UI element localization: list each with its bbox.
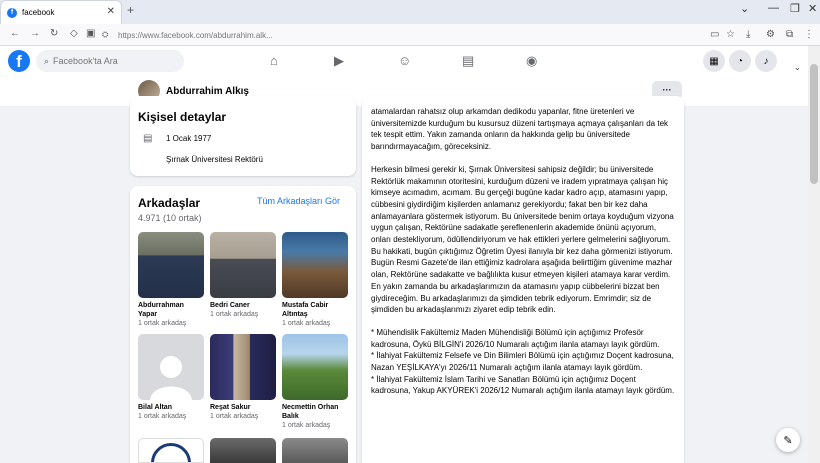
new-tab-button[interactable]: + [127, 3, 134, 17]
see-all-friends-link[interactable]: Tüm Arkadaşları Gör [257, 196, 340, 206]
site-info-icon: ⛭ [102, 30, 109, 39]
facebook-favicon-icon: f [7, 7, 17, 18]
university-seal-icon [151, 443, 191, 462]
url-text: https://www.facebook.com/abdurrahim.alk.… [118, 30, 273, 40]
friend-photo[interactable] [282, 232, 348, 298]
shield-icon[interactable]: ◇ [70, 28, 78, 39]
friend-mutual: 1 ortak arkadaş [138, 413, 187, 420]
section-title: Kişisel detaylar [138, 110, 227, 124]
video-icon[interactable]: ▶ [334, 53, 344, 69]
workplace: Şırnak Üniversitesi Rektörü [166, 155, 263, 164]
marketplace-icon[interactable]: ▤ [462, 53, 474, 69]
personal-details-card: Kişisel detaylar ▤ 1 Ocak 1977 Şırnak Ün… [130, 96, 356, 176]
browser-tab-bar: f facebook ✕ + ⌄ — ❐ ✕ [0, 0, 820, 24]
friend-photo[interactable] [210, 438, 276, 463]
page-action-icon[interactable]: ▭ [710, 29, 719, 40]
menu-grid-icon[interactable]: ▦ [703, 50, 725, 72]
friend-name[interactable]: Bedri Caner [210, 301, 276, 310]
friend-photo[interactable] [138, 334, 204, 400]
chevron-down-icon[interactable]: ⌄ [740, 2, 749, 15]
browser-tab[interactable]: f facebook ✕ [0, 0, 122, 24]
friend-name[interactable]: Reşat Sakur [210, 403, 276, 412]
birth-date: 1 Ocak 1977 [166, 134, 212, 143]
app-menu-icon[interactable]: ⋮ [804, 29, 814, 40]
friend-item[interactable]: Bilal Altan 1 ortak arkadaş [138, 334, 204, 422]
friend-item[interactable]: Bedri Caner 1 ortak arkadaş [210, 232, 276, 320]
reload-icon[interactable]: ↻ [50, 28, 58, 39]
close-tab-icon[interactable]: ✕ [107, 6, 115, 17]
friend-item[interactable]: Abdurrahman Yapar 1 ortak arkadaş [138, 232, 204, 329]
scrollbar-thumb[interactable] [810, 64, 818, 184]
forward-icon[interactable]: → [30, 28, 40, 39]
gaming-icon[interactable]: ◉ [526, 53, 537, 69]
maximize-icon[interactable]: ❐ [790, 2, 800, 15]
account-chevron-icon[interactable]: ⌄ [794, 63, 801, 72]
messenger-icon[interactable]: ◔ [729, 50, 751, 72]
friend-item[interactable]: Necmettin Orhan Balık 1 ortak arkadaş [282, 334, 348, 431]
minimize-icon[interactable]: — [768, 2, 779, 14]
friend-name[interactable]: Bilal Altan [138, 403, 204, 412]
post-text: atamalardan rahatsız olup arkamdan dedik… [371, 106, 677, 408]
post-card: atamalardan rahatsız olup arkamdan dedik… [362, 96, 684, 463]
friends-card: Arkadaşlar Tüm Arkadaşları Gör 4.971 (10… [130, 186, 356, 463]
friend-mutual: 1 ortak arkadaş [282, 422, 331, 429]
friend-name[interactable]: Abdurrahman Yapar [138, 301, 204, 319]
friend-photo[interactable] [138, 438, 204, 463]
close-window-icon[interactable]: ✕ [808, 2, 817, 15]
address-bar: ← → ↻ ◇ ▣ ⛭ https://www.facebook.com/abd… [0, 24, 820, 46]
friends-title[interactable]: Arkadaşlar [138, 196, 200, 210]
search-input[interactable] [53, 56, 174, 66]
default-avatar-icon [150, 356, 192, 400]
search-icon: ⌕ [44, 55, 50, 66]
url-field[interactable]: ⛭ https://www.facebook.com/abdurrahim.al… [102, 27, 702, 43]
cake-icon: ▤ [143, 133, 153, 144]
tab-title: facebook [22, 8, 55, 17]
friend-photo[interactable] [138, 232, 204, 298]
edit-icon[interactable]: ✎ [776, 428, 800, 452]
friends-count: 4.971 (10 ortak) [138, 213, 202, 223]
settings-icon[interactable]: ⚙ [766, 29, 775, 40]
friend-mutual: 1 ortak arkadaş [138, 320, 187, 327]
friend-photo[interactable] [282, 334, 348, 400]
friend-photo[interactable] [282, 438, 348, 463]
notifications-icon[interactable]: ♪ [755, 50, 777, 72]
back-icon[interactable]: ← [10, 28, 20, 39]
friend-name[interactable]: Mustafa Cabir Altıntaş [282, 301, 348, 319]
post-paragraph: * Mühendislik Fakültemiz Maden Mühendisl… [371, 327, 675, 396]
groups-icon[interactable]: ☺ [398, 53, 411, 68]
home-icon[interactable]: ⌂ [270, 53, 278, 68]
bookmark-star-icon[interactable]: ☆ [726, 29, 735, 40]
friend-mutual: 1 ortak arkadaş [282, 320, 331, 327]
friend-photo[interactable] [210, 232, 276, 298]
friend-name[interactable]: Necmettin Orhan Balık [282, 403, 348, 421]
extensions-icon[interactable]: ⧉ [786, 29, 793, 40]
post-paragraph: Herkesin bilmesi gerekir ki, Şırnak Üniv… [371, 164, 674, 315]
friend-item[interactable]: Mustafa Cabir Altıntaş 1 ortak arkadaş [282, 232, 348, 329]
downloads-icon[interactable]: ⤓ [746, 29, 750, 40]
friend-item[interactable]: Reşat Sakur 1 ortak arkadaş [210, 334, 276, 422]
friend-mutual: 1 ortak arkadaş [210, 413, 259, 420]
search-box[interactable]: ⌕ [36, 50, 184, 72]
friend-mutual: 1 ortak arkadaş [210, 311, 259, 318]
post-paragraph: atamalardan rahatsız olup arkamdan dedik… [371, 107, 669, 152]
facebook-logo-icon[interactable]: f [8, 50, 30, 72]
lock-icon[interactable]: ▣ [86, 28, 95, 39]
friend-photo[interactable] [210, 334, 276, 400]
